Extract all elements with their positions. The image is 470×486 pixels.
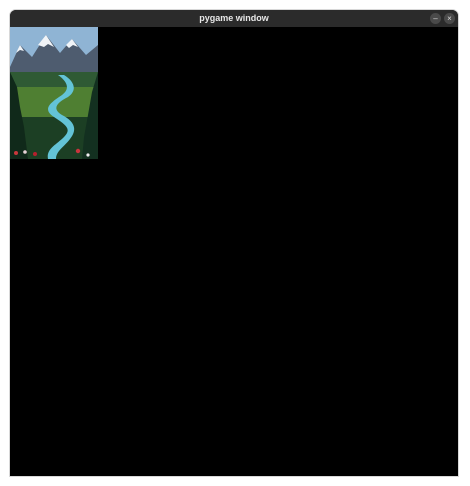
landscape-image	[10, 27, 98, 159]
window-title: pygame window	[199, 13, 269, 23]
minimize-icon[interactable]: –	[430, 13, 441, 24]
game-canvas[interactable]	[10, 27, 458, 476]
title-bar[interactable]: pygame window – ×	[10, 10, 458, 27]
pygame-window: pygame window – ×	[10, 10, 458, 476]
close-icon[interactable]: ×	[444, 13, 455, 24]
